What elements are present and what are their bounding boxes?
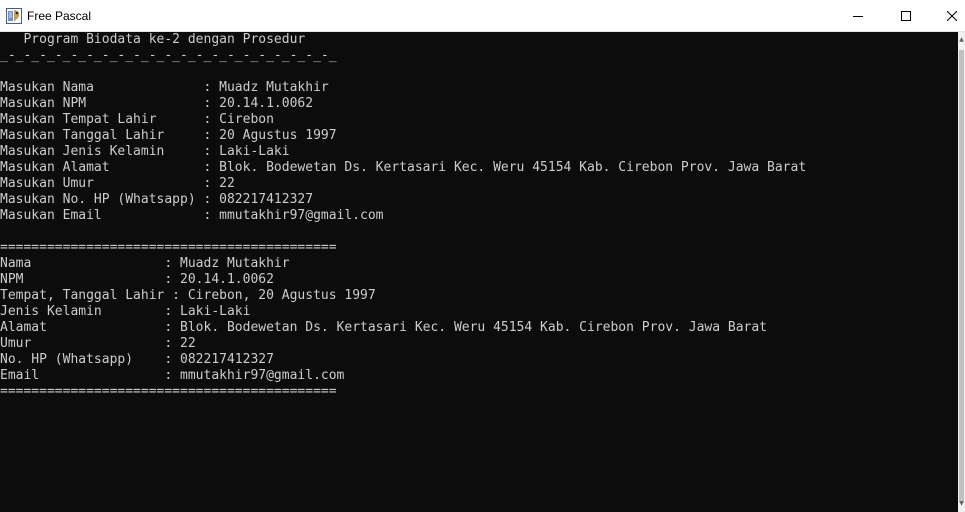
minimize-button[interactable] [835, 0, 881, 32]
scroll-up-arrow-icon[interactable]: ▲ [958, 34, 965, 46]
console-line: Masukan Email : mmutakhir97@gmail.com [0, 208, 384, 223]
scroll-down-arrow-icon[interactable]: ▼ [958, 498, 965, 510]
console-line: Alamat : Blok. Bodewetan Ds. Kertasari K… [0, 320, 768, 335]
close-icon [947, 11, 957, 21]
title-bar[interactable]: Free Pascal [0, 0, 965, 32]
console-line: Masukan Nama : Muadz Mutakhir [0, 80, 329, 95]
vertical-scrollbar[interactable]: ▲ ▼ [958, 32, 965, 512]
console-line: Jenis Kelamin : Laki-Laki [0, 304, 251, 319]
window-title: Free Pascal [27, 9, 92, 23]
console-line: Masukan Alamat : Blok. Bodewetan Ds. Ker… [0, 160, 807, 175]
maximize-button[interactable] [883, 0, 929, 32]
console-line: Email : mmutakhir97@gmail.com [0, 368, 345, 383]
console-line: ========================================… [0, 240, 337, 255]
console-line: Nama : Muadz Mutakhir [0, 256, 290, 271]
scroll-thumb[interactable] [959, 50, 964, 502]
console-window: Free Pascal Program Biodata ke-2 dengan … [0, 0, 965, 512]
close-button[interactable] [929, 0, 965, 32]
console-line: Masukan No. HP (Whatsapp) : 082217412327 [0, 192, 314, 207]
console-line: Umur : 22 [0, 336, 196, 351]
console-line: Masukan Umur : 22 [0, 176, 235, 191]
console-line: Masukan NPM : 20.14.1.0062 [0, 96, 314, 111]
console-line: NPM : 20.14.1.0062 [0, 272, 274, 287]
free-pascal-app-icon [6, 8, 22, 24]
console-line: Masukan Jenis Kelamin : Laki-Laki [0, 144, 290, 159]
console-line: Masukan Tempat Lahir : Cirebon [0, 112, 274, 127]
maximize-icon [901, 11, 911, 21]
minimize-icon [853, 16, 863, 17]
console-line: Tempat, Tanggal Lahir : Cirebon, 20 Agus… [0, 288, 376, 303]
console-line: Program Biodata ke-2 dengan Prosedur [0, 32, 306, 47]
console-output[interactable]: Program Biodata ke-2 dengan Prosedur _-_… [0, 32, 958, 512]
console-line: _-_-_-_-_-_-_-_-_-_-_-_-_-_-_-_-_-_-_-_-… [0, 48, 337, 63]
console-line: No. HP (Whatsapp) : 082217412327 [0, 352, 274, 367]
console-line: ========================================… [0, 384, 337, 399]
console-line: Masukan Tanggal Lahir : 20 Agustus 1997 [0, 128, 337, 143]
